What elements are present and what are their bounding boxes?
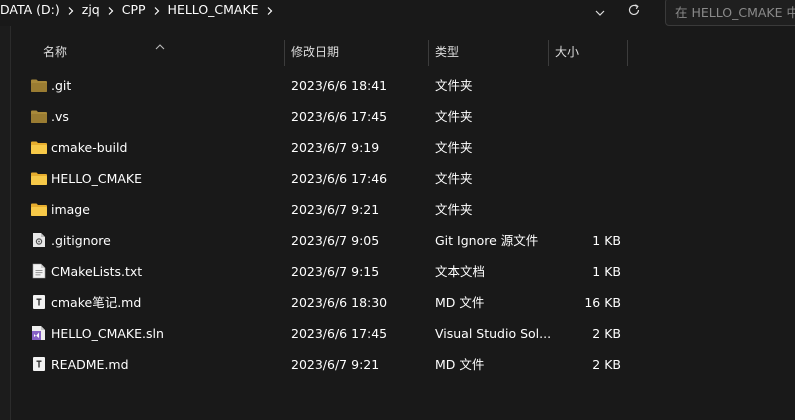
file-type: 文件夹: [435, 109, 473, 124]
list-item[interactable]: HELLO_CMAKE.sln 2023/6/6 17:45 Visual St…: [11, 318, 795, 349]
file-name: .vs: [51, 109, 69, 124]
chevron-down-icon: [595, 2, 605, 21]
file-date: 2023/6/7 9:15: [291, 264, 380, 279]
breadcrumb-item-cpp[interactable]: CPP: [118, 0, 150, 22]
folder-icon: [30, 139, 48, 155]
file-name: .gitignore: [51, 233, 111, 248]
file-type: Git Ignore 源文件: [435, 233, 539, 248]
file-size: [555, 101, 621, 132]
file-type: 文件夹: [435, 78, 473, 93]
file-name: cmake-build: [51, 140, 128, 155]
breadcrumb-item-hello-cmake[interactable]: HELLO_CMAKE: [164, 0, 263, 22]
file-name: README.md: [51, 357, 129, 372]
file-date: 2023/6/6 17:45: [291, 326, 388, 341]
column-header-date[interactable]: 修改日期: [291, 38, 339, 66]
file-name: cmake笔记.md: [51, 295, 142, 310]
gitignore-file-icon: [30, 232, 48, 248]
breadcrumb: DATA (D:) zjq CPP HELLO_CMAKE: [0, 0, 277, 22]
list-item[interactable]: .git 2023/6/6 18:41 文件夹: [11, 70, 795, 101]
sort-ascending-icon: [155, 36, 165, 50]
file-size: [555, 163, 621, 194]
chevron-right-icon[interactable]: [64, 0, 78, 22]
file-name: image: [51, 202, 90, 217]
file-type: MD 文件: [435, 295, 485, 310]
list-item[interactable]: README.md 2023/6/7 9:21 MD 文件 2 KB: [11, 349, 795, 380]
list-item[interactable]: .gitignore 2023/6/7 9:05 Git Ignore 源文件 …: [11, 225, 795, 256]
folder-dim-icon: [30, 77, 48, 93]
breadcrumb-item-zjq[interactable]: zjq: [78, 0, 104, 22]
file-size: [555, 132, 621, 163]
list-item[interactable]: image 2023/6/7 9:21 文件夹: [11, 194, 795, 225]
folder-icon: [30, 170, 48, 186]
list-item[interactable]: cmake笔记.md 2023/6/6 18:30 MD 文件 16 KB: [11, 287, 795, 318]
text-file-icon: [30, 263, 48, 279]
file-name: HELLO_CMAKE: [51, 171, 143, 186]
folder-dim-icon: [30, 108, 48, 124]
file-type: 文件夹: [435, 140, 473, 155]
file-name: HELLO_CMAKE.sln: [51, 326, 164, 341]
column-header-type[interactable]: 类型: [435, 38, 459, 66]
file-date: 2023/6/6 18:30: [291, 295, 388, 310]
markdown-file-icon: [30, 294, 48, 310]
markdown-file-icon: [30, 356, 48, 372]
file-size: 1 KB: [592, 264, 621, 279]
list-item[interactable]: .vs 2023/6/6 17:45 文件夹: [11, 101, 795, 132]
chevron-right-icon[interactable]: [263, 0, 277, 22]
list-item[interactable]: cmake-build 2023/6/7 9:19 文件夹: [11, 132, 795, 163]
file-type: 文件夹: [435, 202, 473, 217]
list-item[interactable]: CMakeLists.txt 2023/6/7 9:15 文本文档 1 KB: [11, 256, 795, 287]
refresh-icon: [627, 2, 641, 21]
column-divider[interactable]: [548, 40, 549, 66]
file-size: 16 KB: [584, 295, 621, 310]
column-header-size[interactable]: 大小: [555, 38, 579, 66]
file-size: 2 KB: [592, 326, 621, 341]
search-box[interactable]: [665, 0, 795, 26]
file-type: MD 文件: [435, 357, 485, 372]
file-date: 2023/6/6 17:46: [291, 171, 388, 186]
column-headers: 名称 修改日期 类型 大小: [11, 38, 795, 66]
file-explorer-window: DATA (D:) zjq CPP HELLO_CMAKE 在 HELLO_CM…: [0, 0, 795, 420]
refresh-button[interactable]: [624, 1, 644, 21]
column-divider[interactable]: [284, 40, 285, 66]
column-divider[interactable]: [627, 40, 628, 66]
folder-icon: [30, 201, 48, 217]
chevron-right-icon[interactable]: [150, 0, 164, 22]
file-date: 2023/6/7 9:19: [291, 140, 380, 155]
chevron-right-icon[interactable]: [104, 0, 118, 22]
address-history-dropdown[interactable]: [590, 2, 610, 20]
file-list: .git 2023/6/6 18:41 文件夹 .vs 2023/6/6 17:…: [11, 70, 795, 380]
list-item[interactable]: HELLO_CMAKE 2023/6/6 17:46 文件夹: [11, 163, 795, 194]
file-date: 2023/6/7 9:21: [291, 202, 380, 217]
file-date: 2023/6/7 9:21: [291, 357, 380, 372]
file-size: 1 KB: [592, 233, 621, 248]
file-name: .git: [51, 78, 72, 93]
file-name: CMakeLists.txt: [51, 264, 143, 279]
breadcrumb-item-drive[interactable]: DATA (D:): [0, 0, 64, 22]
navigation-pane[interactable]: [0, 26, 10, 420]
column-header-name[interactable]: 名称: [43, 38, 67, 66]
visual-studio-solution-icon: [30, 325, 48, 341]
column-divider[interactable]: [428, 40, 429, 66]
file-date: 2023/6/7 9:05: [291, 233, 380, 248]
file-size: [555, 70, 621, 101]
file-type: Visual Studio Sol...: [435, 326, 552, 341]
file-size: 2 KB: [592, 357, 621, 372]
file-date: 2023/6/6 18:41: [291, 78, 388, 93]
file-type: 文件夹: [435, 171, 473, 186]
file-date: 2023/6/6 17:45: [291, 109, 388, 124]
file-size: [555, 194, 621, 225]
search-input[interactable]: [675, 3, 795, 21]
address-bar[interactable]: DATA (D:) zjq CPP HELLO_CMAKE: [0, 0, 795, 26]
file-type: 文本文档: [435, 264, 486, 279]
